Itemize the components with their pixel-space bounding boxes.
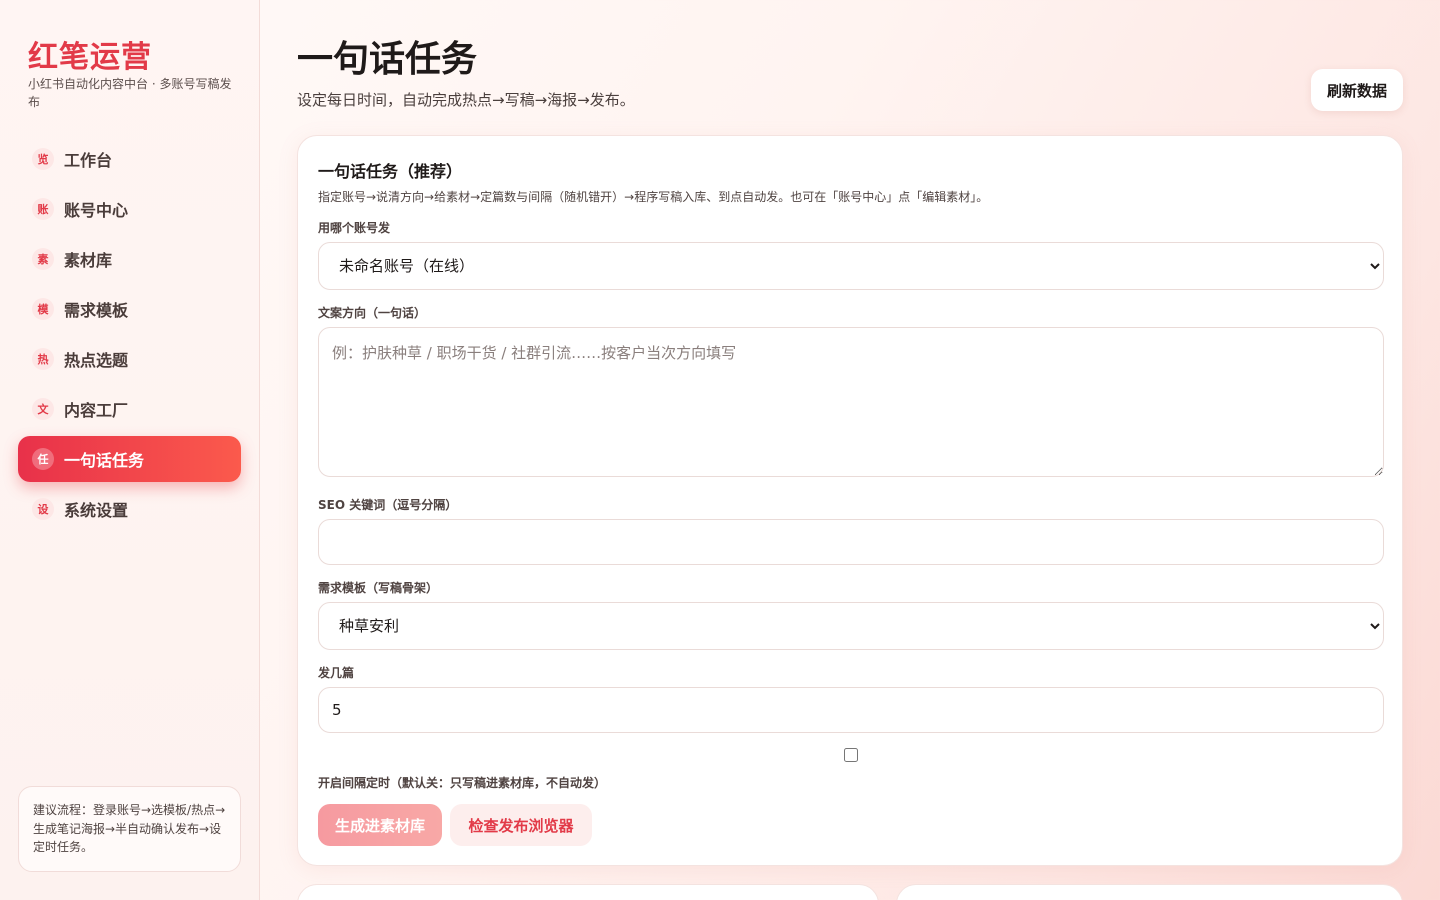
sidebar-item-dashboard[interactable]: 览 工作台 (18, 136, 241, 182)
content-factory-icon: 文 (32, 398, 54, 420)
lower-card-right (896, 884, 1403, 900)
dashboard-icon: 览 (32, 148, 54, 170)
sidebar-item-label: 系统设置 (64, 501, 129, 520)
count-input[interactable] (318, 687, 1384, 733)
seo-keywords-label: SEO 关键词（逗号分隔） (318, 498, 458, 512)
accounts-icon: 账 (32, 198, 54, 220)
sidebar-item-settings[interactable]: 设 系统设置 (18, 486, 241, 532)
sidebar: 红笔运营 小红书自动化内容中台 · 多账号写稿发布 览 工作台 账 账号中心 素… (0, 0, 260, 900)
one-line-task-card: 一句话任务（推荐） 指定账号→说清方向→给素材→定篇数与间隔（随机错开）→程序写… (297, 135, 1403, 866)
timer-label: 开启间隔定时（默认关：只写稿进素材库，不自动发） (318, 776, 607, 790)
sidebar-item-label: 热点选题 (64, 351, 129, 370)
sidebar-item-label: 账号中心 (64, 201, 129, 220)
account-select[interactable]: 未命名账号（在线） (318, 242, 1384, 290)
timer-checkbox[interactable] (844, 748, 858, 762)
brand-subtitle: 小红书自动化内容中台 · 多账号写稿发布 (28, 77, 232, 109)
materials-icon: 素 (32, 248, 54, 270)
sidebar-item-content-factory[interactable]: 文 内容工厂 (18, 386, 241, 432)
refresh-data-button[interactable]: 刷新数据 (1311, 69, 1403, 111)
sidebar-item-label: 内容工厂 (64, 401, 129, 420)
seo-keywords-input[interactable] (318, 519, 1384, 565)
brand-logo: 红笔运营 (28, 40, 152, 75)
page-subtitle: 设定每日时间，自动完成热点→写稿→海报→发布。 (297, 91, 635, 109)
direction-textarea[interactable] (318, 327, 1384, 477)
sidebar-item-label: 素材库 (64, 251, 113, 270)
page-title: 一句话任务 (297, 38, 478, 80)
sidebar-nav: 览 工作台 账 账号中心 素 素材库 模 需求模板 热 热点选题 文 内容工厂 … (18, 136, 241, 536)
sidebar-item-label: 需求模板 (64, 301, 129, 320)
sidebar-item-hot-topics[interactable]: 热 热点选题 (18, 336, 241, 382)
direction-label: 文案方向（一句话） (318, 306, 427, 320)
sidebar-item-one-line-task[interactable]: 任 一句话任务 (18, 436, 241, 482)
workflow-tip: 建议流程：登录账号→选模板/热点→生成笔记海报→半自动确认发布→设定时任务。 (18, 786, 241, 872)
card-title: 一句话任务（推荐） (318, 162, 463, 181)
settings-icon: 设 (32, 498, 54, 520)
template-select[interactable]: 种草安利 (318, 602, 1384, 650)
check-browser-button[interactable]: 检查发布浏览器 (450, 804, 592, 846)
task-icon: 任 (32, 448, 54, 470)
sidebar-item-materials[interactable]: 素 素材库 (18, 236, 241, 282)
count-label: 发几篇 (318, 666, 355, 680)
sidebar-item-label: 工作台 (64, 151, 113, 170)
hot-topics-icon: 热 (32, 348, 54, 370)
sidebar-item-accounts[interactable]: 账 账号中心 (18, 186, 241, 232)
lower-card-left (297, 884, 879, 900)
sidebar-item-templates[interactable]: 模 需求模板 (18, 286, 241, 332)
template-label: 需求模板（写稿骨架） (318, 581, 439, 595)
sidebar-item-label: 一句话任务 (64, 451, 145, 470)
account-label: 用哪个账号发 (318, 221, 391, 235)
card-description: 指定账号→说清方向→给素材→定篇数与间隔（随机错开）→程序写稿入库、到点自动发。… (318, 190, 989, 204)
generate-to-library-button[interactable]: 生成进素材库 (318, 804, 442, 846)
templates-icon: 模 (32, 298, 54, 320)
